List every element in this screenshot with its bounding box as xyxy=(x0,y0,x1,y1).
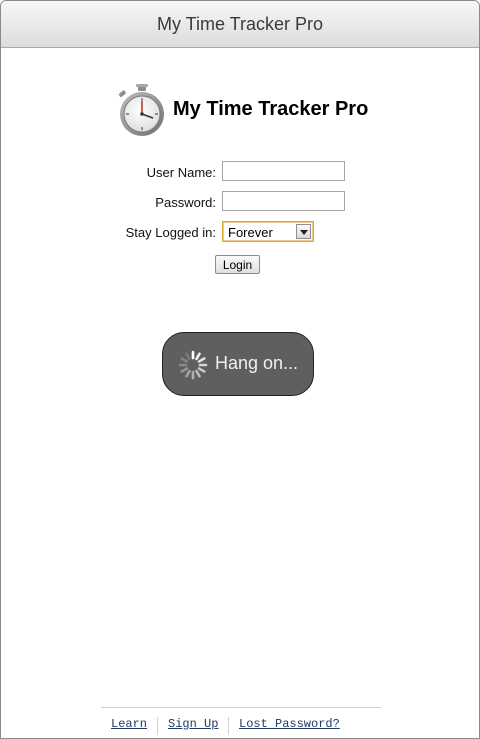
sign-up-link[interactable]: Sign Up xyxy=(168,717,218,731)
username-input[interactable] xyxy=(222,161,345,181)
password-label: Password: xyxy=(155,195,216,210)
loading-text: Hang on... xyxy=(215,353,299,373)
username-label: User Name: xyxy=(146,165,216,180)
stay-logged-value: Forever xyxy=(228,225,273,240)
password-row: Password: xyxy=(101,191,216,215)
footer-separator xyxy=(228,717,229,735)
lost-password-link[interactable]: Lost Password? xyxy=(239,717,340,731)
login-button[interactable]: Login xyxy=(215,255,260,274)
password-input[interactable] xyxy=(222,191,345,211)
footer-divider xyxy=(101,707,381,708)
stay-logged-label: Stay Logged in: xyxy=(125,225,216,240)
stay-logged-row: Stay Logged in: xyxy=(101,221,216,245)
username-row: User Name: xyxy=(101,161,216,185)
app-window: My Time Tracker Pro My Time Tracker Pro … xyxy=(0,0,480,739)
footer-separator xyxy=(157,717,158,735)
loading-indicator: Hang on... xyxy=(162,332,314,396)
stopwatch-icon xyxy=(118,84,164,136)
stay-logged-select[interactable]: Forever xyxy=(222,221,314,242)
brand-name: My Time Tracker Pro xyxy=(173,98,369,120)
chevron-down-icon[interactable] xyxy=(296,224,311,239)
spinner-icon xyxy=(178,350,208,380)
title-bar: My Time Tracker Pro xyxy=(1,1,479,48)
window-title: My Time Tracker Pro xyxy=(156,14,324,34)
learn-link[interactable]: Learn xyxy=(111,717,147,731)
